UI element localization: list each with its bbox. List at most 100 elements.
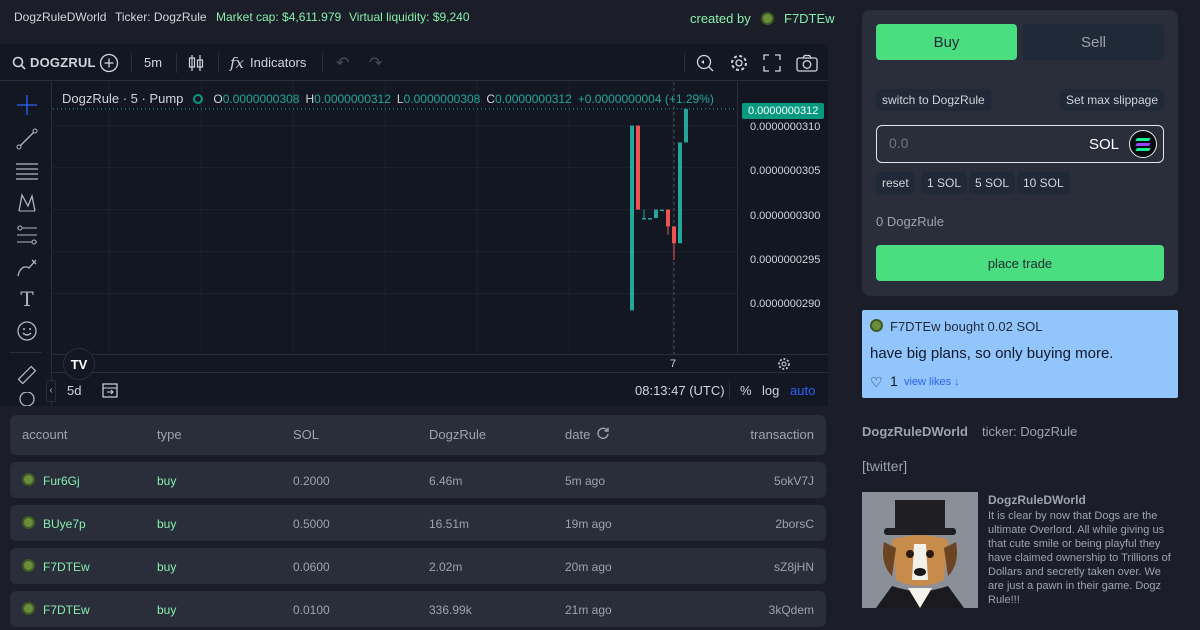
time-axis[interactable]: 7 xyxy=(53,354,828,372)
text-tool-icon[interactable]: T xyxy=(14,286,40,312)
trend-line-icon[interactable] xyxy=(14,126,40,152)
symbol-search-button[interactable]: DOGZRUL xyxy=(12,44,96,81)
ruler-icon[interactable] xyxy=(14,362,40,388)
chart-type-button[interactable] xyxy=(186,44,206,81)
candle-body[interactable] xyxy=(660,209,664,212)
token-image xyxy=(862,492,978,608)
price-tick: 0.0000000295 xyxy=(750,254,821,266)
candle-body[interactable] xyxy=(684,108,688,143)
token-amount: 336.99k xyxy=(429,603,472,617)
redo-icon[interactable]: ↷ xyxy=(369,44,382,81)
utc-clock[interactable]: 08:13:47 (UTC) xyxy=(635,383,725,398)
amount-field[interactable]: SOL xyxy=(876,125,1164,163)
sol-amount: 0.2000 xyxy=(293,474,330,488)
token-amount: 6.46m xyxy=(429,474,463,488)
chart-legend: DogzRule · 5 · Pump O0.0000000308 H0.00000… xyxy=(62,91,714,106)
switch-currency-button[interactable]: switch to DogzRule xyxy=(876,89,991,111)
transaction-link[interactable]: sZ8jHN xyxy=(774,560,814,574)
compare-symbol-button[interactable] xyxy=(98,44,120,81)
trade-date: 20m ago xyxy=(565,560,612,574)
comment-body: have big plans, so only buying more. xyxy=(870,345,1114,362)
twitter-link[interactable]: [twitter] xyxy=(862,458,907,474)
creator-avatar[interactable] xyxy=(761,12,774,25)
transaction-link[interactable]: 3kQdem xyxy=(769,603,814,617)
heart-icon[interactable]: ♡ xyxy=(870,374,883,391)
brush-icon[interactable] xyxy=(14,254,40,280)
candle-body[interactable] xyxy=(630,125,634,311)
zoom-icon[interactable] xyxy=(14,392,40,406)
solana-icon xyxy=(1129,130,1157,158)
time-tick: 7 xyxy=(670,358,677,370)
undo-icon[interactable]: ↶ xyxy=(336,44,349,81)
symbol-label: DOGZRUL xyxy=(30,55,96,70)
preset-5-sol-button[interactable]: 5 SOL xyxy=(969,172,1016,194)
candle-body[interactable] xyxy=(672,226,676,244)
col-token: DogzRule xyxy=(429,427,487,442)
preset-1-sol-button[interactable]: 1 SOL xyxy=(921,172,968,194)
col-transaction: transaction xyxy=(750,427,814,442)
indicators-button[interactable]: fx Indicators xyxy=(230,44,306,81)
account-link[interactable]: BUye7p xyxy=(43,517,86,531)
amount-unit: SOL xyxy=(1088,136,1119,153)
token-description: It is clear by now that Dogs are the ult… xyxy=(988,510,1171,606)
candle-body[interactable] xyxy=(642,218,646,220)
candlestick-plot[interactable] xyxy=(53,82,737,354)
token-holdings: 0 DogzRule xyxy=(876,214,944,229)
preset-10-sol-button[interactable]: 10 SOL xyxy=(1017,172,1070,194)
trade-type: buy xyxy=(157,603,177,617)
sell-tab-button[interactable]: Sell xyxy=(1023,24,1164,60)
crosshair-icon[interactable] xyxy=(14,92,40,118)
percent-scale-button[interactable]: % xyxy=(740,383,752,398)
commenter-avatar xyxy=(870,319,883,332)
creator-link[interactable]: F7DTEw xyxy=(784,11,835,26)
max-slippage-button[interactable]: Set max slippage xyxy=(1059,89,1164,111)
settings-gear-icon[interactable] xyxy=(729,44,749,81)
account-link[interactable]: Fur6Gj xyxy=(43,474,80,488)
log-scale-button[interactable]: log xyxy=(762,383,779,398)
account-link[interactable]: F7DTEw xyxy=(43,603,90,617)
horizontal-lines-icon[interactable] xyxy=(14,158,40,184)
interval-button[interactable]: 5m xyxy=(144,44,162,81)
legend-open: 0.0000000308 xyxy=(222,92,300,106)
drawing-toolbar: T ‹ xyxy=(0,82,56,406)
token-header-bar: DogzRuleDWorld Ticker: DogzRule Market c… xyxy=(0,0,850,36)
account-link[interactable]: F7DTEw xyxy=(43,560,90,574)
like-count: 1 xyxy=(890,373,898,389)
fx-icon: fx xyxy=(230,53,245,72)
candle-body[interactable] xyxy=(666,209,670,227)
price-tick: 0.0000000290 xyxy=(750,298,821,310)
fib-tool-icon[interactable] xyxy=(14,222,40,248)
sol-amount: 0.0100 xyxy=(293,603,330,617)
legend-low: 0.0000000308 xyxy=(403,92,481,106)
camera-snapshot-icon[interactable] xyxy=(796,44,818,81)
trade-type: buy xyxy=(157,517,177,531)
pattern-tool-icon[interactable] xyxy=(14,190,40,216)
candle-body[interactable] xyxy=(678,142,682,244)
quick-search-icon[interactable] xyxy=(695,44,715,81)
range-5d-button[interactable]: 5d xyxy=(67,383,81,398)
search-icon xyxy=(12,56,26,70)
reset-button[interactable]: reset xyxy=(876,172,915,194)
refresh-icon[interactable] xyxy=(596,426,610,443)
created-by-label: created by xyxy=(690,11,751,26)
candle-body[interactable] xyxy=(648,218,652,220)
transaction-link[interactable]: 2borsC xyxy=(775,517,814,531)
chart-bottom-bar: 5d 08:13:47 (UTC) % log auto xyxy=(53,372,828,406)
fullscreen-icon[interactable] xyxy=(763,44,781,81)
col-type: type xyxy=(157,427,182,442)
price-axis[interactable]: 0.0000000310 0.0000000305 0.0000000300 0… xyxy=(737,82,828,354)
trade-date: 21m ago xyxy=(565,603,612,617)
candle-body[interactable] xyxy=(654,209,658,218)
emoji-icon[interactable] xyxy=(14,318,40,344)
auto-scale-button[interactable]: auto xyxy=(790,383,815,398)
place-trade-button[interactable]: place trade xyxy=(876,245,1164,281)
goto-date-icon[interactable] xyxy=(101,381,119,402)
tradingview-logo[interactable]: TV xyxy=(63,348,95,380)
view-likes-link[interactable]: view likes ↓ xyxy=(904,376,960,388)
candle-body[interactable] xyxy=(636,125,640,210)
candles-icon xyxy=(188,54,204,71)
comment-header: F7DTEw bought 0.02 SOL xyxy=(890,319,1043,334)
transaction-link[interactable]: 5okV7J xyxy=(774,474,814,488)
amount-input[interactable] xyxy=(889,135,1039,151)
buy-tab-button[interactable]: Buy xyxy=(876,24,1017,60)
